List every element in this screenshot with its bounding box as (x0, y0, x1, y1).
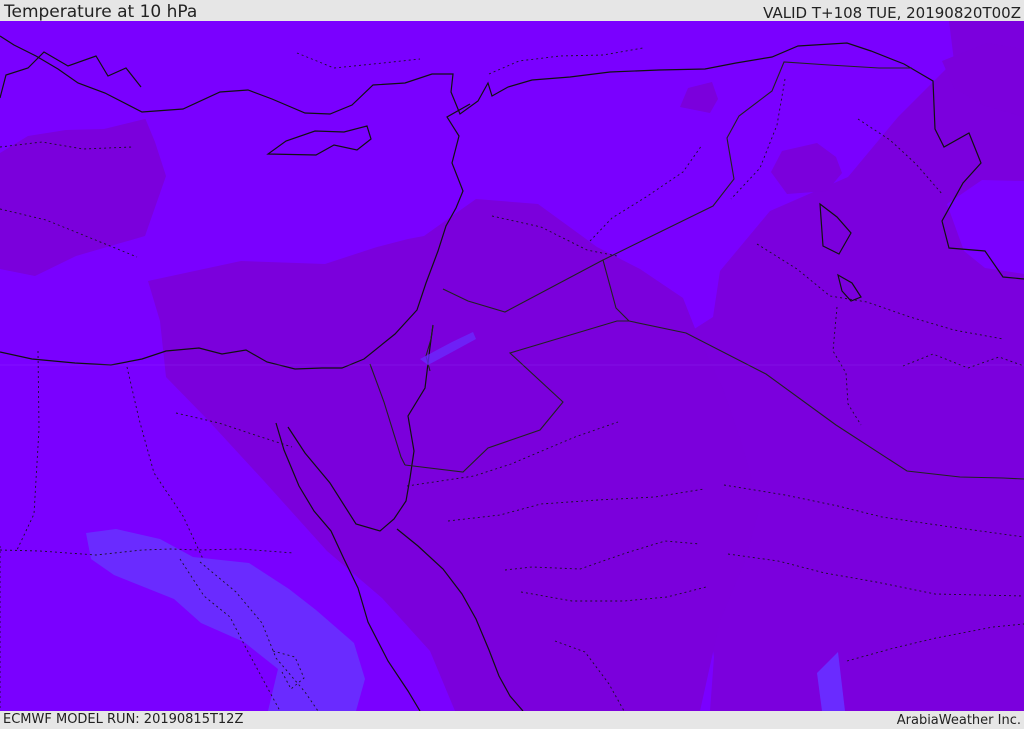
map-svg (0, 21, 1024, 711)
model-run-label: ECMWF MODEL RUN: 20190815T12Z (3, 712, 244, 727)
temperature-map[interactable] (0, 21, 1024, 711)
valid-time: VALID T+108 TUE, 20190820T00Z (763, 4, 1021, 22)
credit-label: ArabiaWeather Inc. (896, 713, 1021, 728)
header-bar: Temperature at 10 hPa VALID T+108 TUE, 2… (0, 0, 1024, 21)
footer-bar: ECMWF MODEL RUN: 20190815T12Z ArabiaWeat… (0, 711, 1024, 729)
map-title: Temperature at 10 hPa (4, 2, 198, 22)
forecast-map-frame: Temperature at 10 hPa VALID T+108 TUE, 2… (0, 0, 1024, 729)
